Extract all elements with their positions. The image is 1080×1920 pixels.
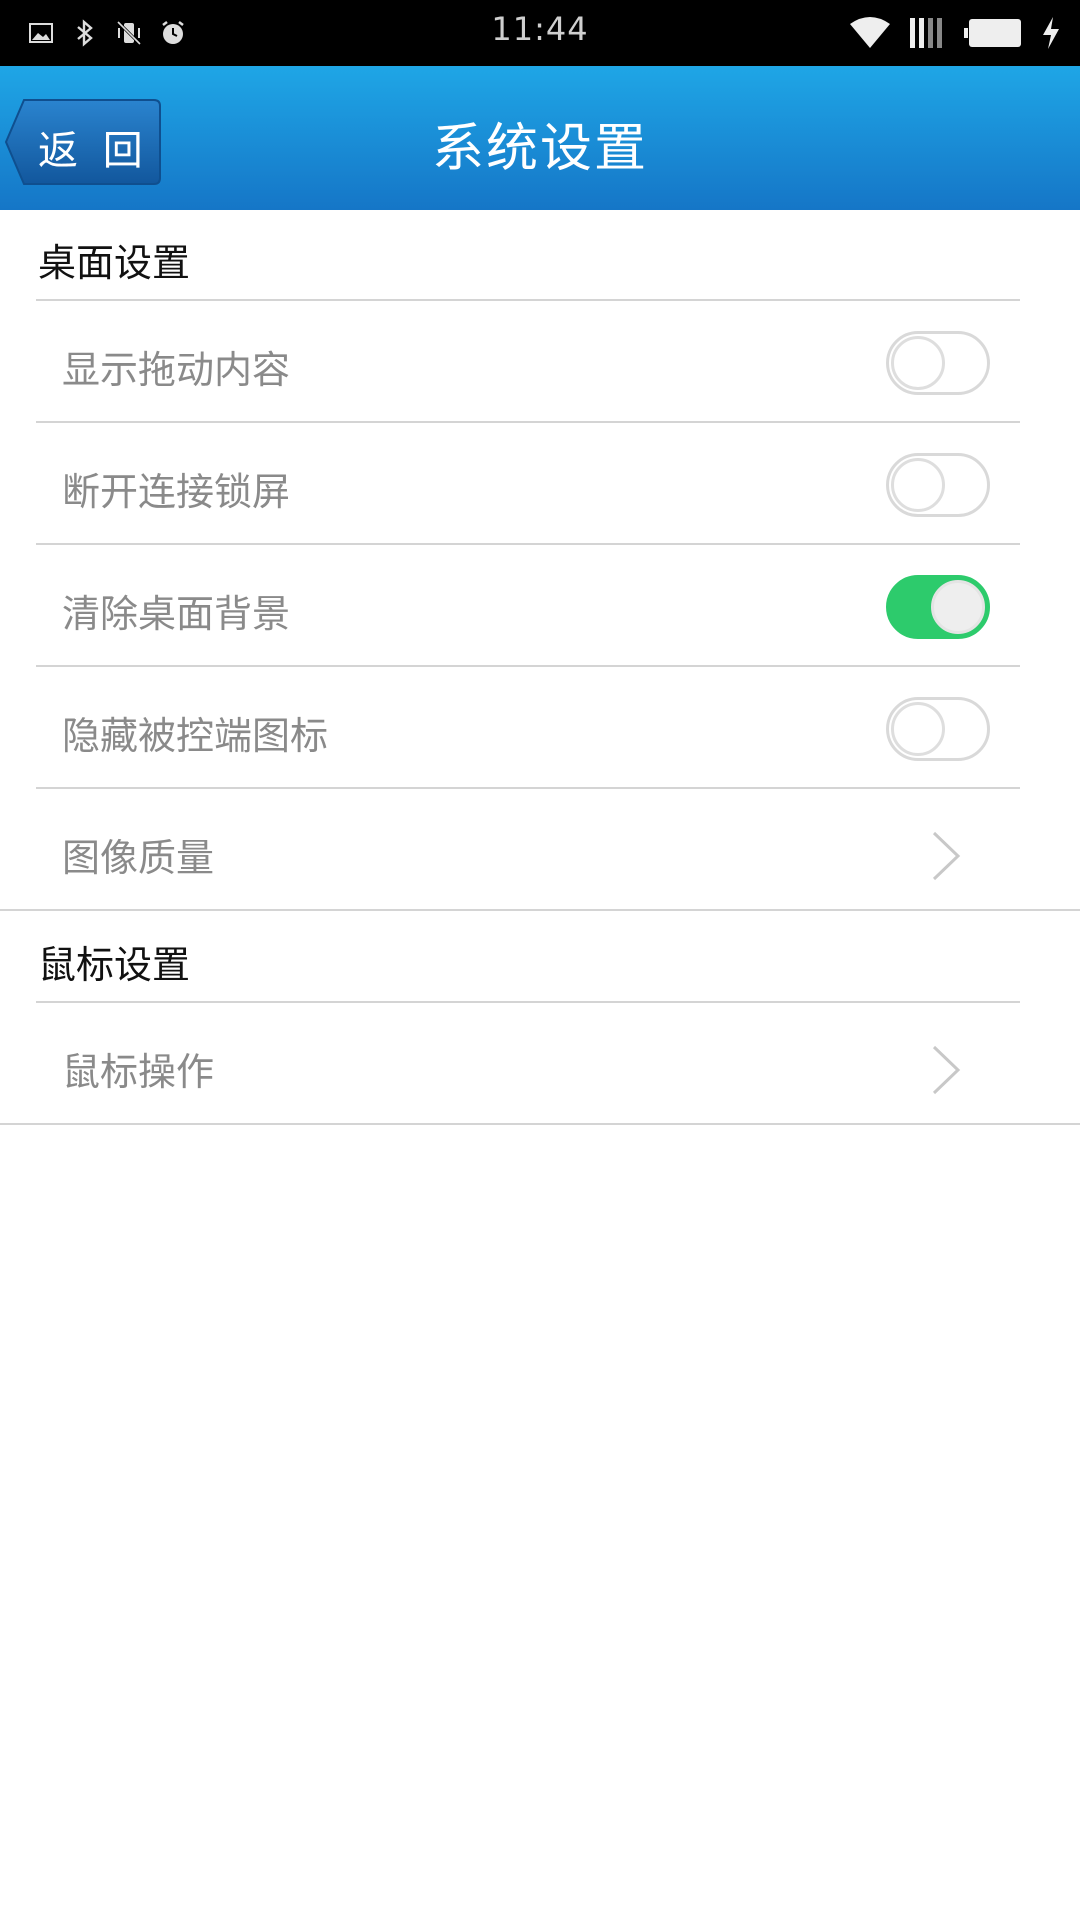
signal-icon (910, 18, 942, 48)
setting-label: 断开连接锁屏 (62, 470, 291, 514)
setting-label: 鼠标操作 (62, 1050, 215, 1094)
section-title-mouse: 鼠标设置 (38, 943, 191, 987)
toggle-knob (931, 580, 985, 634)
setting-label: 隐藏被控端图标 (62, 714, 329, 758)
setting-row-mouse-operation[interactable]: 鼠标操作 (0, 1003, 1080, 1125)
toggle-hide-remote-icon[interactable] (886, 697, 990, 761)
setting-row-show-drag-content[interactable]: 显示拖动内容 (0, 301, 1080, 423)
page-title: 系统设置 (431, 119, 648, 179)
charging-icon (1043, 17, 1059, 49)
title-bar: 返 回 系统设置 (0, 66, 1080, 210)
section-title-desktop: 桌面设置 (38, 241, 191, 285)
toggle-knob (891, 702, 945, 756)
chevron-right-icon (932, 1045, 961, 1095)
setting-row-lock-on-disconnect[interactable]: 断开连接锁屏 (0, 423, 1080, 545)
toggle-knob (891, 336, 945, 390)
toggle-clear-wallpaper[interactable] (886, 575, 990, 639)
toggle-show-drag-content[interactable] (886, 331, 990, 395)
divider (0, 1123, 1080, 1125)
setting-label: 图像质量 (62, 836, 215, 880)
setting-row-hide-remote-icon[interactable]: 隐藏被控端图标 (0, 667, 1080, 789)
toggle-lock-on-disconnect[interactable] (886, 453, 990, 517)
status-right-icons (848, 16, 1062, 50)
toggle-knob (891, 458, 945, 512)
divider (0, 909, 1080, 911)
battery-icon (964, 19, 1021, 47)
setting-label: 清除桌面背景 (62, 592, 291, 636)
wifi-icon (850, 17, 890, 48)
setting-row-image-quality[interactable]: 图像质量 (0, 789, 1080, 911)
setting-label: 显示拖动内容 (62, 348, 291, 392)
status-bar: 11:44 (0, 0, 1080, 66)
setting-row-clear-wallpaper[interactable]: 清除桌面背景 (0, 545, 1080, 667)
chevron-right-icon (932, 831, 961, 881)
